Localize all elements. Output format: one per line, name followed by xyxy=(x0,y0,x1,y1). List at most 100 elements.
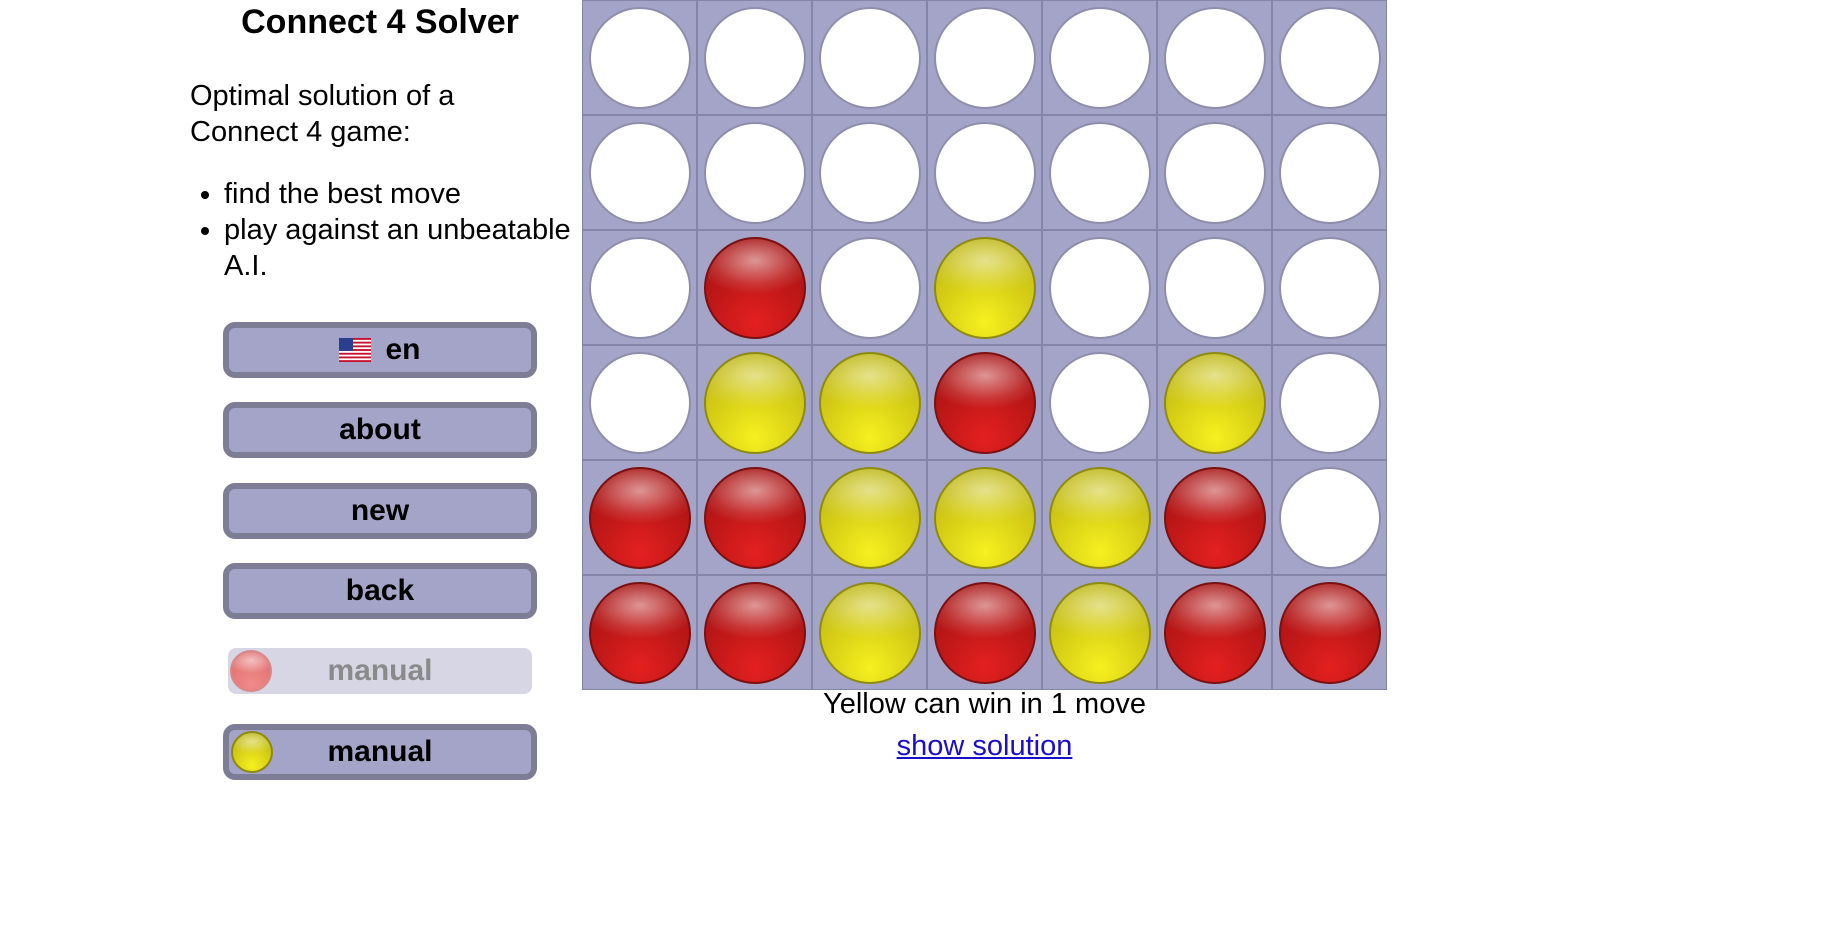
board-cell[interactable] xyxy=(1272,575,1387,690)
board-cell[interactable] xyxy=(1272,0,1387,115)
red-disc xyxy=(703,581,806,684)
board-cell[interactable] xyxy=(812,460,927,575)
empty-slot xyxy=(1048,6,1151,109)
feature-list: find the best move play against an unbea… xyxy=(190,176,574,284)
empty-slot xyxy=(1163,121,1266,224)
intro-text: Optimal solution of a Connect 4 game: xyxy=(190,80,455,148)
empty-slot xyxy=(1278,351,1381,454)
empty-slot xyxy=(818,121,921,224)
board-cell[interactable] xyxy=(1272,230,1387,345)
board-cell[interactable] xyxy=(1157,230,1272,345)
board-cell[interactable] xyxy=(697,230,812,345)
yellow-disc xyxy=(933,236,1036,339)
board-cell[interactable] xyxy=(812,115,927,230)
board-cell[interactable] xyxy=(927,115,1042,230)
status-message: Yellow can win in 1 move xyxy=(823,688,1146,720)
empty-slot xyxy=(1048,351,1151,454)
red-disc xyxy=(588,466,691,569)
empty-slot xyxy=(933,6,1036,109)
sidebar: Connect 4 Solver Optimal solution of a C… xyxy=(0,0,580,945)
language-button[interactable]: en xyxy=(223,322,537,378)
board-cell[interactable] xyxy=(1272,115,1387,230)
yellow-disc xyxy=(818,466,921,569)
board-cell[interactable] xyxy=(1042,460,1157,575)
empty-slot xyxy=(818,6,921,109)
board-cell[interactable] xyxy=(1042,345,1157,460)
empty-slot xyxy=(588,351,691,454)
board-cell[interactable] xyxy=(1157,575,1272,690)
board-cell[interactable] xyxy=(582,575,697,690)
empty-slot xyxy=(588,6,691,109)
board-cell[interactable] xyxy=(1157,115,1272,230)
empty-slot xyxy=(933,121,1036,224)
red-disc xyxy=(1278,581,1381,684)
board-cell[interactable] xyxy=(927,345,1042,460)
board-cell[interactable] xyxy=(582,115,697,230)
board-cell[interactable] xyxy=(697,460,812,575)
board-cell[interactable] xyxy=(927,460,1042,575)
empty-slot xyxy=(1278,236,1381,339)
new-game-button[interactable]: new xyxy=(223,483,537,539)
board-cell[interactable] xyxy=(812,575,927,690)
us-flag-icon xyxy=(339,338,372,362)
board-cell[interactable] xyxy=(812,0,927,115)
board-cell[interactable] xyxy=(927,575,1042,690)
red-disc xyxy=(933,351,1036,454)
empty-slot xyxy=(1048,121,1151,224)
empty-slot xyxy=(1278,466,1381,569)
red-disc xyxy=(1163,466,1266,569)
yellow-disc xyxy=(818,581,921,684)
board-cell[interactable] xyxy=(582,0,697,115)
empty-slot xyxy=(1278,121,1381,224)
yellow-disc-icon xyxy=(231,731,273,773)
yellow-disc xyxy=(1163,351,1266,454)
empty-slot xyxy=(1278,6,1381,109)
feature-item: play against an unbeatable A.I. xyxy=(224,212,574,284)
back-button[interactable]: back xyxy=(223,563,537,619)
page-title: Connect 4 Solver xyxy=(241,3,519,41)
board-cell[interactable] xyxy=(1042,0,1157,115)
board-cell[interactable] xyxy=(582,345,697,460)
red-disc xyxy=(703,466,806,569)
board-cell[interactable] xyxy=(812,345,927,460)
about-button[interactable]: about xyxy=(223,402,537,458)
board-cell[interactable] xyxy=(1272,460,1387,575)
board-cell[interactable] xyxy=(1157,0,1272,115)
board-cell[interactable] xyxy=(1157,345,1272,460)
board-cell[interactable] xyxy=(582,230,697,345)
yellow-disc xyxy=(818,351,921,454)
empty-slot xyxy=(1163,236,1266,339)
red-disc xyxy=(933,581,1036,684)
language-label: en xyxy=(385,333,421,366)
red-disc xyxy=(1163,581,1266,684)
empty-slot xyxy=(1163,6,1266,109)
empty-slot xyxy=(588,236,691,339)
red-player-mode-label: manual xyxy=(327,654,433,687)
board-cell[interactable] xyxy=(697,115,812,230)
solution-link-container: show solution xyxy=(582,726,1387,766)
show-solution-link[interactable]: show solution xyxy=(897,730,1073,762)
game-board xyxy=(582,0,1387,690)
board-cell[interactable] xyxy=(1042,115,1157,230)
empty-slot xyxy=(588,121,691,224)
board-cell[interactable] xyxy=(697,345,812,460)
board-cell[interactable] xyxy=(697,575,812,690)
board-cell[interactable] xyxy=(927,230,1042,345)
yellow-player-mode-button[interactable]: manual xyxy=(223,724,537,780)
board-cell[interactable] xyxy=(1042,230,1157,345)
feature-item: find the best move xyxy=(224,176,574,212)
board-cell[interactable] xyxy=(1272,345,1387,460)
yellow-player-mode-label: manual xyxy=(327,735,433,768)
red-disc xyxy=(703,236,806,339)
board-cell[interactable] xyxy=(927,0,1042,115)
board-cell[interactable] xyxy=(1042,575,1157,690)
empty-slot xyxy=(703,6,806,109)
red-player-mode-button[interactable]: manual xyxy=(228,648,532,694)
board-cell[interactable] xyxy=(812,230,927,345)
board-cell[interactable] xyxy=(582,460,697,575)
board-cell[interactable] xyxy=(1157,460,1272,575)
yellow-disc xyxy=(1048,581,1151,684)
yellow-disc xyxy=(703,351,806,454)
empty-slot xyxy=(703,121,806,224)
board-cell[interactable] xyxy=(697,0,812,115)
